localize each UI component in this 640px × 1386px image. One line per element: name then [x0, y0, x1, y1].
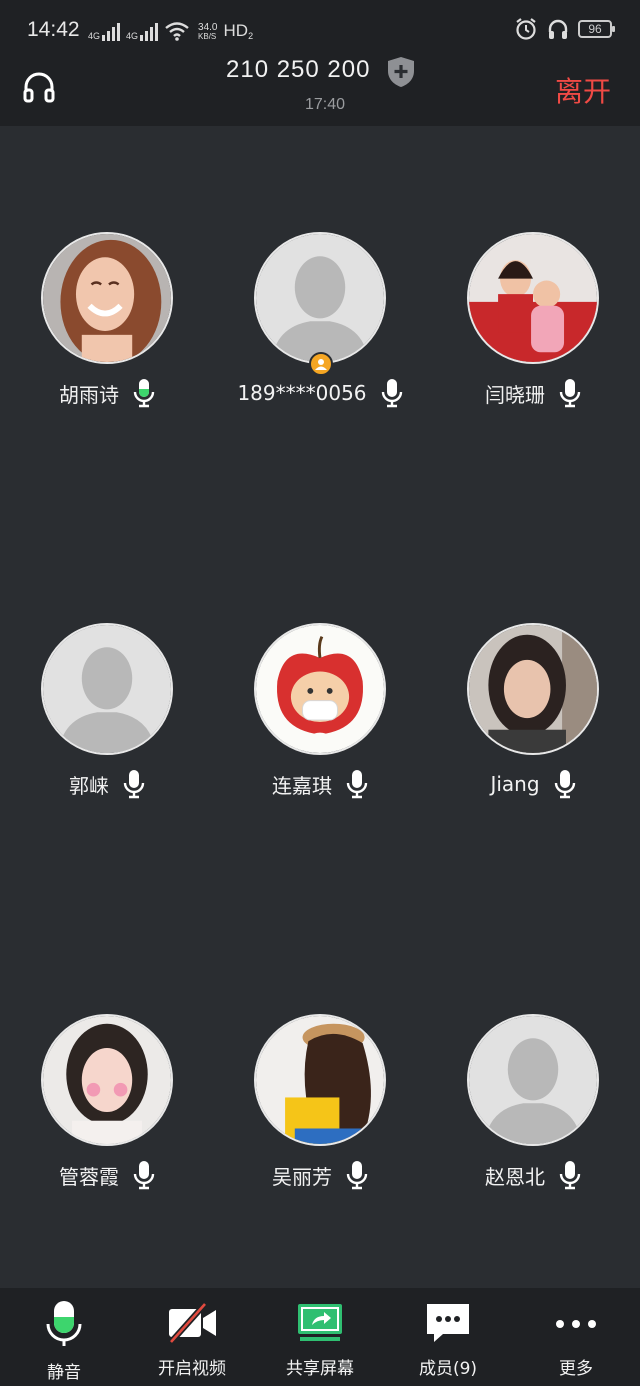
- video-off-icon: [168, 1301, 216, 1345]
- participant-name: Jiang: [490, 772, 540, 796]
- participant-name-row: 吴丽芳: [213, 1159, 427, 1191]
- avatar-cartoon-apple: [256, 625, 384, 753]
- status-right-icons: 96: [514, 17, 615, 41]
- leave-button[interactable]: 离开: [555, 70, 611, 110]
- participant-name-row: Jiang: [426, 768, 640, 800]
- share-screen-icon: [298, 1304, 342, 1341]
- participant-name-row: 赵恩北: [426, 1159, 640, 1191]
- headphone-status-icon: [548, 19, 568, 39]
- meeting-id[interactable]: 210 250 200: [226, 56, 370, 84]
- mic-icon: [133, 1161, 155, 1190]
- avatar: [41, 1014, 173, 1146]
- mic-icon: [559, 379, 581, 408]
- avatar: [467, 623, 599, 755]
- share-screen-button[interactable]: 共享屏幕: [256, 1288, 384, 1386]
- mic-icon: [554, 770, 575, 799]
- mic-active-icon: [133, 379, 155, 408]
- avatar: [254, 232, 386, 364]
- chat-members-icon: [427, 1304, 469, 1342]
- avatar: [254, 1014, 386, 1146]
- participant-tile[interactable]: 胡雨诗: [0, 232, 214, 412]
- alarm-icon: [516, 18, 536, 40]
- participant-tile[interactable]: 吴丽芳: [213, 1014, 427, 1194]
- mic-icon: [559, 1161, 581, 1190]
- default-avatar-icon: [256, 234, 384, 362]
- avatar: [254, 623, 386, 755]
- participant-tile[interactable]: Jiang: [426, 623, 640, 803]
- avatar-photo-woman-yellow: [256, 1016, 384, 1144]
- microphone-icon: [46, 1301, 82, 1346]
- avatar: [41, 623, 173, 755]
- more-label: 更多: [559, 1359, 593, 1379]
- default-avatar-icon: [469, 1016, 597, 1144]
- participant-tile[interactable]: 管蓉霞: [0, 1014, 214, 1194]
- top-area: 14:42 4G 4G 34.0 KB/S HD 2 96 210 250 20…: [0, 0, 640, 126]
- participant-name: 赵恩北: [485, 1164, 545, 1189]
- avatar-photo-baby-red: [469, 234, 597, 362]
- participant-name-row: 郭崃: [0, 768, 214, 800]
- participant-name: 闫晓珊: [485, 382, 545, 407]
- members-label: 成员(9): [418, 1359, 478, 1379]
- avatar-photo-woman-dark-hair: [469, 625, 597, 753]
- participant-tile[interactable]: 连嘉琪: [213, 623, 427, 803]
- mic-icon: [346, 770, 368, 799]
- wifi-icon: [165, 22, 189, 41]
- participant-grid: 胡雨诗 189****0056 闫晓珊 郭崃 连嘉琪 Jiang 管蓉霞 吴丽芳…: [0, 126, 640, 1288]
- participant-name: 189****0056: [237, 381, 367, 405]
- mute-button[interactable]: 静音: [0, 1288, 128, 1386]
- avatar-photo-woman-smiling: [43, 234, 171, 362]
- participant-tile[interactable]: 189****0056: [213, 232, 427, 412]
- battery-icon: 96: [578, 20, 615, 38]
- status-bar: 14:42 4G 4G 34.0 KB/S HD 2 96: [0, 0, 640, 56]
- participant-name: 管蓉霞: [59, 1164, 119, 1189]
- participant-tile[interactable]: 郭崃: [0, 623, 214, 803]
- network-type-1: 4G: [88, 31, 101, 41]
- network-type-2: 4G: [126, 31, 139, 41]
- host-badge-icon: [309, 352, 333, 376]
- mic-icon: [346, 1161, 368, 1190]
- audio-headset-icon[interactable]: [22, 70, 56, 104]
- net-speed: 34.0 KB/S: [198, 22, 218, 42]
- participant-name: 吴丽芳: [272, 1164, 332, 1189]
- participant-name: 胡雨诗: [59, 382, 119, 407]
- more-dots-icon: [556, 1320, 596, 1328]
- shield-icon[interactable]: [386, 56, 416, 88]
- avatar: [467, 232, 599, 364]
- share-screen-label: 共享屏幕: [286, 1359, 354, 1379]
- avatar-photo-woman-pink: [43, 1016, 171, 1144]
- mic-icon: [381, 379, 402, 408]
- mute-label: 静音: [47, 1363, 81, 1383]
- participant-name-row: 胡雨诗: [0, 377, 214, 409]
- participant-name-row: 189****0056: [213, 377, 427, 409]
- participant-name: 连嘉琪: [272, 773, 332, 798]
- participant-tile[interactable]: 赵恩北: [426, 1014, 640, 1194]
- avatar: [41, 232, 173, 364]
- start-video-label: 开启视频: [158, 1359, 226, 1379]
- participant-name-row: 闫晓珊: [426, 377, 640, 409]
- participant-tile[interactable]: 闫晓珊: [426, 232, 640, 412]
- participant-name: 郭崃: [69, 773, 109, 798]
- signal-icon-1: 4G: [88, 21, 121, 41]
- start-video-button[interactable]: 开启视频: [128, 1288, 256, 1386]
- default-avatar-icon: [43, 625, 171, 753]
- hd-icon: HD 2: [223, 21, 254, 41]
- participant-name-row: 连嘉琪: [213, 768, 427, 800]
- meeting-duration: 17:40: [305, 96, 346, 113]
- bottom-toolbar: 静音 开启视频 共享屏幕 成员(9) 更多: [0, 1288, 640, 1386]
- status-time: 14:42: [27, 18, 80, 41]
- avatar: [467, 1014, 599, 1146]
- mic-icon: [123, 770, 145, 799]
- participant-name-row: 管蓉霞: [0, 1159, 214, 1191]
- members-button[interactable]: 成员(9): [384, 1288, 512, 1386]
- signal-icon-2: 4G: [126, 21, 159, 41]
- more-button[interactable]: 更多: [512, 1288, 640, 1386]
- status-left-icons: 4G 4G 34.0 KB/S HD 2: [88, 19, 253, 41]
